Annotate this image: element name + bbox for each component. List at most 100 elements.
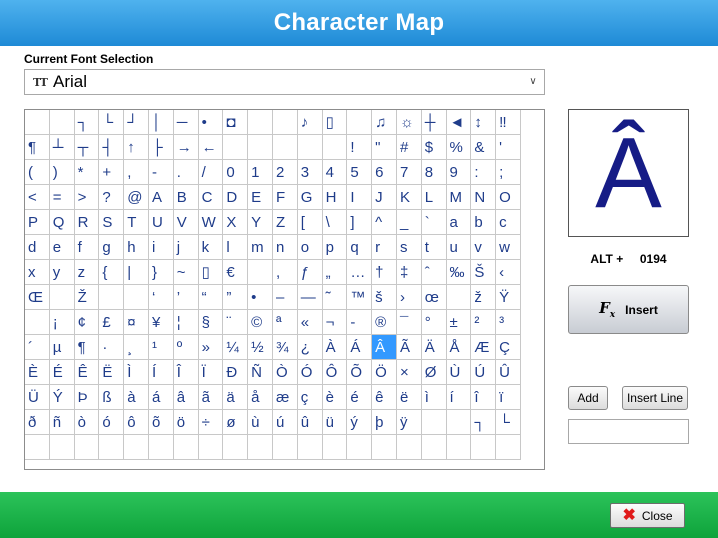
character-cell[interactable]: Ü xyxy=(25,384,50,410)
character-cell[interactable]: ‘ xyxy=(147,284,174,310)
character-cell[interactable]: Å xyxy=(445,334,472,360)
character-cell[interactable]: └ xyxy=(98,110,125,135)
character-cell[interactable]: I xyxy=(346,184,373,210)
character-cell[interactable]: ‼ xyxy=(495,110,521,135)
character-cell[interactable] xyxy=(123,434,149,460)
character-cell[interactable]: └ xyxy=(495,409,521,435)
character-cell[interactable]: ! xyxy=(346,134,373,160)
character-cell[interactable]: × xyxy=(395,359,422,385)
character-cell[interactable] xyxy=(147,434,174,460)
character-cell[interactable]: < xyxy=(25,184,50,210)
character-cell[interactable]: J xyxy=(371,184,397,210)
character-cell[interactable]: ¦ xyxy=(172,309,199,335)
character-cell[interactable]: Ã xyxy=(395,334,422,360)
character-cell[interactable]: ¶ xyxy=(73,334,100,360)
character-cell[interactable]: l xyxy=(222,234,249,260)
character-cell[interactable]: ] xyxy=(346,209,373,235)
character-cell[interactable]: ← xyxy=(197,134,224,160)
character-cell[interactable]: ì xyxy=(420,384,447,410)
character-cell[interactable]: ð xyxy=(25,409,50,435)
character-cell[interactable]: ø xyxy=(222,409,249,435)
add-button[interactable]: Add xyxy=(568,386,608,410)
character-cell[interactable]: 2 xyxy=(271,159,298,185)
character-cell[interactable]: Ä xyxy=(420,334,447,360)
character-cell[interactable]: z xyxy=(73,259,100,285)
character-cell[interactable]: É xyxy=(48,359,75,385)
character-cell[interactable] xyxy=(495,434,521,460)
character-cell[interactable]: ¿ xyxy=(296,334,323,360)
insert-button[interactable]: Fx Insert xyxy=(568,285,689,334)
character-cell[interactable]: s xyxy=(395,234,422,260)
character-cell[interactable]: h xyxy=(123,234,149,260)
character-cell[interactable]: G xyxy=(296,184,323,210)
character-cell[interactable]: / xyxy=(197,159,224,185)
character-cell[interactable] xyxy=(445,434,472,460)
character-cell[interactable]: O xyxy=(495,184,521,210)
character-cell[interactable]: Ò xyxy=(271,359,298,385)
character-cell[interactable]: ž xyxy=(470,284,497,310)
character-cell[interactable]: n xyxy=(271,234,298,260)
character-cell[interactable]: À xyxy=(321,334,348,360)
character-cell[interactable]: å xyxy=(247,384,273,410)
character-cell[interactable]: ) xyxy=(48,159,75,185)
character-cell[interactable]: « xyxy=(296,309,323,335)
character-cell[interactable]: ¡ xyxy=(48,309,75,335)
character-cell[interactable]: E xyxy=(247,184,273,210)
character-cell[interactable]: ù xyxy=(247,409,273,435)
character-cell[interactable]: R xyxy=(73,209,100,235)
character-cell[interactable]: 9 xyxy=(445,159,472,185)
character-cell[interactable]: º xyxy=(172,334,199,360)
character-cell[interactable]: * xyxy=(73,159,100,185)
character-cell[interactable]: » xyxy=(197,334,224,360)
character-cell[interactable]: ï xyxy=(495,384,521,410)
character-cell[interactable]: ˆ xyxy=(420,259,447,285)
character-cell[interactable]: ½ xyxy=(247,334,273,360)
character-cell[interactable]: ¤ xyxy=(123,309,149,335)
character-grid[interactable]: ┐ └ ┘ │ ─ • ◘ ♪ ▯ ♫ ☼ ┼ ◄ ↕ ‼ ¶ ┴ ┬ ┤ ↑ ├ → ←! " # $% & '() * +, -./0 1… xyxy=(24,109,545,470)
character-cell[interactable]: œ xyxy=(420,284,447,310)
character-cell[interactable] xyxy=(395,434,422,460)
character-cell[interactable]: ¸ xyxy=(123,334,149,360)
character-cell[interactable]: € xyxy=(222,259,249,285)
character-cell[interactable]: Ñ xyxy=(247,359,273,385)
character-cell[interactable]: ` xyxy=(420,209,447,235)
character-cell[interactable]: t xyxy=(420,234,447,260)
character-cell[interactable]: ô xyxy=(123,409,149,435)
character-cell[interactable]: ( xyxy=(25,159,50,185)
character-cell[interactable]: ’ xyxy=(172,284,199,310)
character-cell[interactable]: í xyxy=(445,384,472,410)
character-cell[interactable]: ¨ xyxy=(222,309,249,335)
character-cell[interactable]: ┬ xyxy=(73,134,100,160)
character-cell[interactable]: 8 xyxy=(420,159,447,185)
character-cell[interactable]: 6 xyxy=(371,159,397,185)
character-cell[interactable]: ª xyxy=(271,309,298,335)
character-cell[interactable]: Ö xyxy=(371,359,397,385)
character-cell[interactable]: Ç xyxy=(495,334,521,360)
character-cell[interactable]: f xyxy=(73,234,100,260)
character-cell[interactable]: D xyxy=(222,184,249,210)
character-cell[interactable]: þ xyxy=(371,409,397,435)
character-cell[interactable]: ë xyxy=(395,384,422,410)
character-cell[interactable]: Æ xyxy=(470,334,497,360)
character-cell[interactable]: › xyxy=(395,284,422,310)
character-cell[interactable]: ^ xyxy=(371,209,397,235)
character-cell[interactable]: á xyxy=(147,384,174,410)
character-cell[interactable]: - xyxy=(346,309,373,335)
character-cell[interactable]: ” xyxy=(222,284,249,310)
character-cell[interactable]: Í xyxy=(147,359,174,385)
character-cell[interactable]: “ xyxy=(197,284,224,310)
character-cell[interactable]: – xyxy=(271,284,298,310)
character-cell[interactable]: ▯ xyxy=(321,110,348,135)
character-cell[interactable] xyxy=(271,434,298,460)
character-cell[interactable]: ò xyxy=(73,409,100,435)
character-cell[interactable]: Á xyxy=(346,334,373,360)
character-cell[interactable] xyxy=(48,284,75,310)
character-cell[interactable] xyxy=(25,309,50,335)
character-cell[interactable] xyxy=(25,110,50,135)
character-cell[interactable]: ™ xyxy=(346,284,373,310)
character-cell[interactable]: Ÿ xyxy=(495,284,521,310)
character-cell[interactable]: ┴ xyxy=(48,134,75,160)
character-cell[interactable]: p xyxy=(321,234,348,260)
character-cell[interactable]: ¾ xyxy=(271,334,298,360)
character-cell[interactable] xyxy=(98,434,125,460)
